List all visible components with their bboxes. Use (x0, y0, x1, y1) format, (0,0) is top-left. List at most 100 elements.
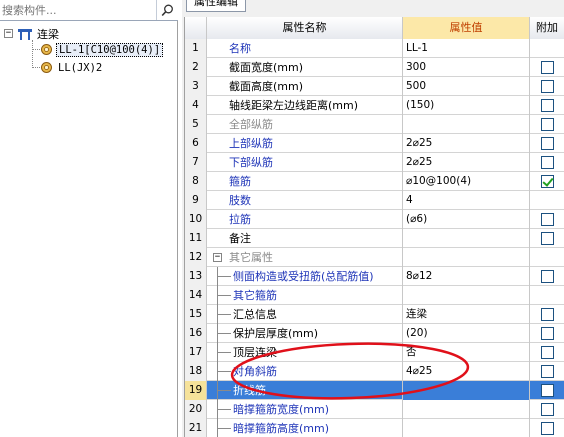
extra-checkbox[interactable] (540, 327, 554, 340)
table-row[interactable]: 15 汇总信息 连梁 (185, 305, 564, 324)
property-name-cell: 全部纵筋 (207, 115, 403, 134)
row-number: 20 (185, 400, 207, 419)
extra-checkbox[interactable] (540, 137, 554, 150)
extra-checkbox[interactable] (540, 384, 554, 397)
property-name-cell: 备注 (207, 229, 403, 248)
table-row[interactable]: 10 拉筋 (⌀6) (185, 210, 564, 229)
row-number: 9 (185, 191, 207, 210)
tree-item-ll-1[interactable]: LL-1[C10@100(4)] (40, 41, 164, 58)
row-number: 1 (185, 39, 207, 58)
extra-checkbox[interactable] (540, 365, 554, 378)
property-value-cell[interactable]: 300 (403, 58, 530, 77)
property-name: 轴线距梁左边线距离(mm) (229, 99, 359, 112)
property-value-cell[interactable] (403, 419, 530, 437)
table-row[interactable]: 21 暗撑箍筋高度(mm) (185, 419, 564, 437)
table-row[interactable]: 7 下部纵筋 2⌀25 (185, 153, 564, 172)
row-number: 8 (185, 172, 207, 191)
extra-cell (530, 419, 564, 437)
extra-checkbox[interactable] (540, 156, 554, 169)
extra-cell (530, 191, 564, 210)
extra-cell (530, 343, 564, 362)
extra-checkbox[interactable] (540, 99, 554, 112)
extra-checkbox[interactable] (540, 270, 554, 283)
extra-checkbox[interactable] (540, 80, 554, 93)
header-number (185, 17, 207, 39)
property-value-cell[interactable]: LL-1 (403, 39, 530, 58)
property-name-cell: 侧面构造或受扭筋(总配筋值) (207, 267, 403, 286)
row-number: 13 (185, 267, 207, 286)
extra-checkbox[interactable] (540, 118, 554, 131)
property-value-cell[interactable] (403, 286, 530, 305)
property-value-cell[interactable]: 4 (403, 191, 530, 210)
group-collapse-toggle[interactable]: − (213, 253, 222, 262)
property-name-cell: 顶层连梁 (207, 343, 403, 362)
property-value-cell[interactable]: 8⌀12 (403, 267, 530, 286)
property-value-cell[interactable] (403, 229, 530, 248)
table-row[interactable]: 3 截面高度(mm) 500 (185, 77, 564, 96)
extra-cell (530, 39, 564, 58)
property-value-cell[interactable] (403, 248, 530, 267)
property-name-cell: 上部纵筋 (207, 134, 403, 153)
table-row[interactable]: 2 截面宽度(mm) 300 (185, 58, 564, 77)
tree-item-ll-jx-2[interactable]: LL(JX)2 (40, 59, 104, 76)
property-name: 侧面构造或受扭筋(总配筋值) (233, 270, 374, 283)
extra-checkbox[interactable] (540, 308, 554, 321)
property-value-cell[interactable]: 2⌀25 (403, 134, 530, 153)
property-value-cell[interactable]: 否 (403, 343, 530, 362)
row-number: 15 (185, 305, 207, 324)
extra-checkbox[interactable] (540, 61, 554, 74)
property-grid: 属性名称 属性值 附加 1 名称 LL-1 2 截面宽度(mm) 300 3 截面高度(mm)… (184, 17, 564, 437)
table-row[interactable]: 8 箍筋 ⌀10@100(4) (185, 172, 564, 191)
property-value-cell[interactable]: 2⌀25 (403, 153, 530, 172)
search-input[interactable] (0, 0, 155, 20)
row-number: 6 (185, 134, 207, 153)
table-row[interactable]: 12− 其它属性 (185, 248, 564, 267)
table-row[interactable]: 4 轴线距梁左边线距离(mm) (150) (185, 96, 564, 115)
property-name: 对角斜筋 (233, 365, 277, 378)
table-row[interactable]: 9 肢数 4 (185, 191, 564, 210)
property-value-cell[interactable]: 连梁 (403, 305, 530, 324)
property-name-cell: 下部纵筋 (207, 153, 403, 172)
table-row[interactable]: 6 上部纵筋 2⌀25 (185, 134, 564, 153)
extra-cell (530, 58, 564, 77)
tab-property-edit[interactable]: 属性编辑 (186, 0, 246, 12)
property-value-cell[interactable]: (150) (403, 96, 530, 115)
property-name: 全部纵筋 (229, 118, 273, 131)
property-value-cell[interactable] (403, 381, 530, 400)
table-row[interactable]: 17 顶层连梁 否 (185, 343, 564, 362)
table-row[interactable]: 5 全部纵筋 (185, 115, 564, 134)
table-row[interactable]: 14 其它箍筋 (185, 286, 564, 305)
table-row[interactable]: 13 侧面构造或受扭筋(总配筋值) 8⌀12 (185, 267, 564, 286)
tree-root-node[interactable]: − 连梁 (4, 25, 61, 42)
table-row[interactable]: 11 备注 (185, 229, 564, 248)
header-property-name: 属性名称 (207, 17, 403, 39)
extra-checkbox[interactable] (540, 232, 554, 245)
property-name: 截面高度(mm) (229, 80, 304, 93)
property-name-cell: 暗撑箍筋宽度(mm) (207, 400, 403, 419)
header-property-value: 属性值 (403, 17, 530, 39)
property-value-cell[interactable] (403, 400, 530, 419)
row-number: 12 (185, 248, 207, 267)
table-row[interactable]: 20 暗撑箍筋宽度(mm) (185, 400, 564, 419)
property-value-cell[interactable]: (⌀6) (403, 210, 530, 229)
property-value-cell[interactable]: (20) (403, 324, 530, 343)
table-row[interactable]: 16 保护层厚度(mm) (20) (185, 324, 564, 343)
property-value-cell[interactable]: ⌀10@100(4) (403, 172, 530, 191)
property-value-cell[interactable] (403, 115, 530, 134)
row-number: 19 (185, 381, 207, 400)
extra-cell (530, 134, 564, 153)
extra-checkbox[interactable] (540, 422, 554, 435)
extra-checkbox[interactable] (540, 175, 554, 188)
table-row[interactable]: 18 对角斜筋 4⌀25 (185, 362, 564, 381)
search-button[interactable] (156, 0, 178, 20)
extra-checkbox[interactable] (540, 213, 554, 226)
table-row[interactable]: 1 名称 LL-1 (185, 39, 564, 58)
property-value-cell[interactable]: 500 (403, 77, 530, 96)
property-name-cell: 保护层厚度(mm) (207, 324, 403, 343)
extra-checkbox[interactable] (540, 403, 554, 416)
property-value-cell[interactable]: 4⌀25 (403, 362, 530, 381)
collapse-toggle[interactable]: − (4, 29, 13, 38)
extra-cell (530, 210, 564, 229)
table-row[interactable]: 19 折线筋 (185, 381, 564, 400)
extra-checkbox[interactable] (540, 346, 554, 359)
